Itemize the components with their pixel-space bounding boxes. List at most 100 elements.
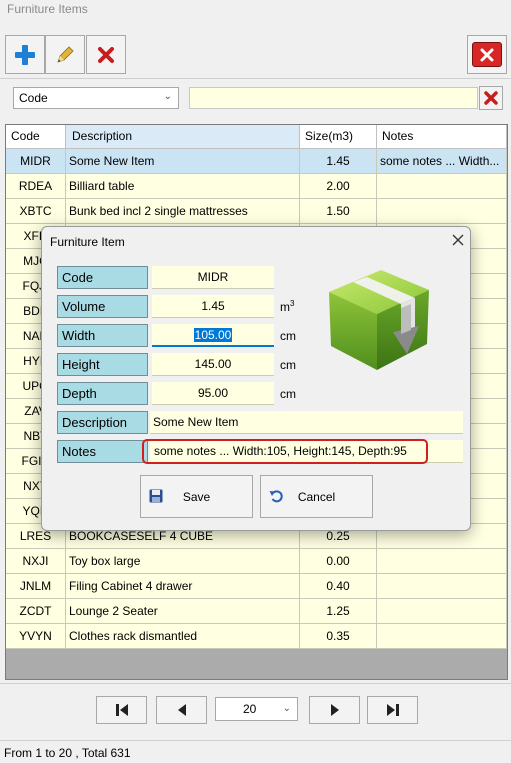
first-page-icon [115, 704, 128, 716]
height-unit: cm [280, 358, 296, 372]
width-field[interactable]: 105.00 [152, 324, 274, 347]
save-button[interactable]: Save [140, 475, 253, 518]
page-size-value: 20 [243, 702, 257, 716]
cell-description: Lounge 2 Seater [66, 599, 300, 624]
width-unit: cm [280, 329, 296, 343]
width-label: Width [57, 324, 148, 347]
next-page-icon [330, 704, 339, 716]
cell-description: Toy box large [66, 549, 300, 574]
table-row[interactable]: JNLM Filing Cabinet 4 drawer 0.40 [6, 574, 507, 599]
nav-separator [0, 683, 511, 684]
filter-input[interactable] [189, 87, 478, 109]
cell-notes [377, 599, 507, 624]
code-field[interactable]: MIDR [152, 266, 274, 289]
delete-button[interactable] [86, 35, 126, 74]
volume-label: Volume [57, 295, 148, 318]
depth-unit: cm [280, 387, 296, 401]
cell-size: 2.00 [300, 174, 377, 199]
prev-page-icon [177, 704, 186, 716]
dialog-close-button[interactable] [449, 231, 467, 249]
width-value: 105.00 [193, 328, 233, 342]
cell-code: MIDR [6, 149, 66, 174]
column-header-code[interactable]: Code [6, 125, 66, 149]
red-x-icon [484, 91, 498, 105]
cell-notes: some notes ... Width... [377, 149, 507, 174]
description-label: Description [57, 411, 148, 434]
column-header-size[interactable]: Size(m3) [300, 125, 377, 149]
cell-size: 1.45 [300, 149, 377, 174]
code-label: Code [57, 266, 148, 289]
dialog-title: Furniture Item [50, 235, 125, 249]
column-header-notes[interactable]: Notes [377, 125, 507, 149]
edit-button[interactable] [45, 35, 85, 74]
cell-code: NXJI [6, 549, 66, 574]
cell-code: ZCDT [6, 599, 66, 624]
next-page-button[interactable] [309, 696, 360, 724]
clear-filter-button[interactable] [479, 86, 503, 110]
table-row[interactable]: NXJI Toy box large 0.00 [6, 549, 507, 574]
volume-field[interactable]: 1.45 [152, 295, 274, 318]
cell-size: 0.35 [300, 624, 377, 649]
cell-size: 1.25 [300, 599, 377, 624]
description-field[interactable]: Some New Item [150, 411, 463, 434]
cell-notes [377, 174, 507, 199]
table-row[interactable]: MIDR Some New Item 1.45 some notes ... Widt… [6, 149, 507, 174]
grid-header: Code Description Size(m3) Notes [6, 125, 507, 149]
furniture-item-dialog: Furniture Item Code MIDR Volume 1.45 m3 … [41, 226, 471, 531]
column-header-description[interactable]: Description [66, 125, 300, 149]
table-row[interactable]: RDEA Billiard table 2.00 [6, 174, 507, 199]
cell-description: Billiard table [66, 174, 300, 199]
table-row[interactable]: YVYN Clothes rack dismantled 0.35 [6, 624, 507, 649]
toolbar-separator [0, 78, 511, 79]
cell-notes [377, 574, 507, 599]
chevron-down-icon: ⌄ [163, 91, 172, 102]
plus-icon [15, 44, 35, 65]
last-page-button[interactable] [367, 696, 418, 724]
cell-code: YVYN [6, 624, 66, 649]
table-row[interactable]: ZCDT Lounge 2 Seater 1.25 [6, 599, 507, 624]
cancel-button[interactable]: Cancel [260, 475, 373, 518]
add-button[interactable] [5, 35, 45, 74]
pencil-icon [57, 45, 74, 63]
cell-code: RDEA [6, 174, 66, 199]
cell-notes [377, 549, 507, 574]
cell-size: 1.50 [300, 199, 377, 224]
notes-highlight-outline [142, 439, 428, 464]
first-page-button[interactable] [96, 696, 147, 724]
prev-page-button[interactable] [156, 696, 207, 724]
volume-unit: m3 [280, 299, 294, 314]
volume-unit-base: m [280, 300, 290, 314]
cell-notes [377, 624, 507, 649]
cell-description: Filing Cabinet 4 drawer [66, 574, 300, 599]
cell-code: XBTC [6, 199, 66, 224]
depth-field[interactable]: 95.00 [152, 382, 274, 405]
height-label: Height [57, 353, 148, 376]
cell-code: JNLM [6, 574, 66, 599]
page-size-select[interactable]: 20 ⌄ [215, 697, 298, 721]
cell-description: Bunk bed incl 2 single mattresses [66, 199, 300, 224]
filter-field-select[interactable]: Code ⌄ [13, 87, 179, 109]
cell-notes [377, 199, 507, 224]
red-x-icon [98, 46, 114, 63]
volume-unit-superscript: 3 [290, 299, 295, 308]
cell-description: Clothes rack dismantled [66, 624, 300, 649]
filter-field-value: Code [19, 91, 48, 105]
depth-label: Depth [57, 382, 148, 405]
cell-description: Some New Item [66, 149, 300, 174]
notes-label: Notes [57, 440, 148, 463]
cell-size: 0.00 [300, 549, 377, 574]
red-x-box-icon [472, 42, 502, 67]
cell-size: 0.40 [300, 574, 377, 599]
close-window-button[interactable] [467, 35, 507, 74]
window-title: Furniture Items [7, 2, 88, 16]
status-text: From 1 to 20 , Total 631 [4, 746, 131, 760]
save-button-label: Save [182, 490, 211, 504]
chevron-down-icon: ⌄ [282, 703, 291, 714]
status-separator [0, 740, 511, 741]
last-page-icon [386, 704, 399, 716]
height-field[interactable]: 145.00 [152, 353, 274, 376]
close-icon [452, 234, 464, 246]
green-package-icon [329, 270, 429, 370]
table-row[interactable]: XBTC Bunk bed incl 2 single mattresses 1.5… [6, 199, 507, 224]
cancel-button-label: Cancel [297, 490, 336, 504]
